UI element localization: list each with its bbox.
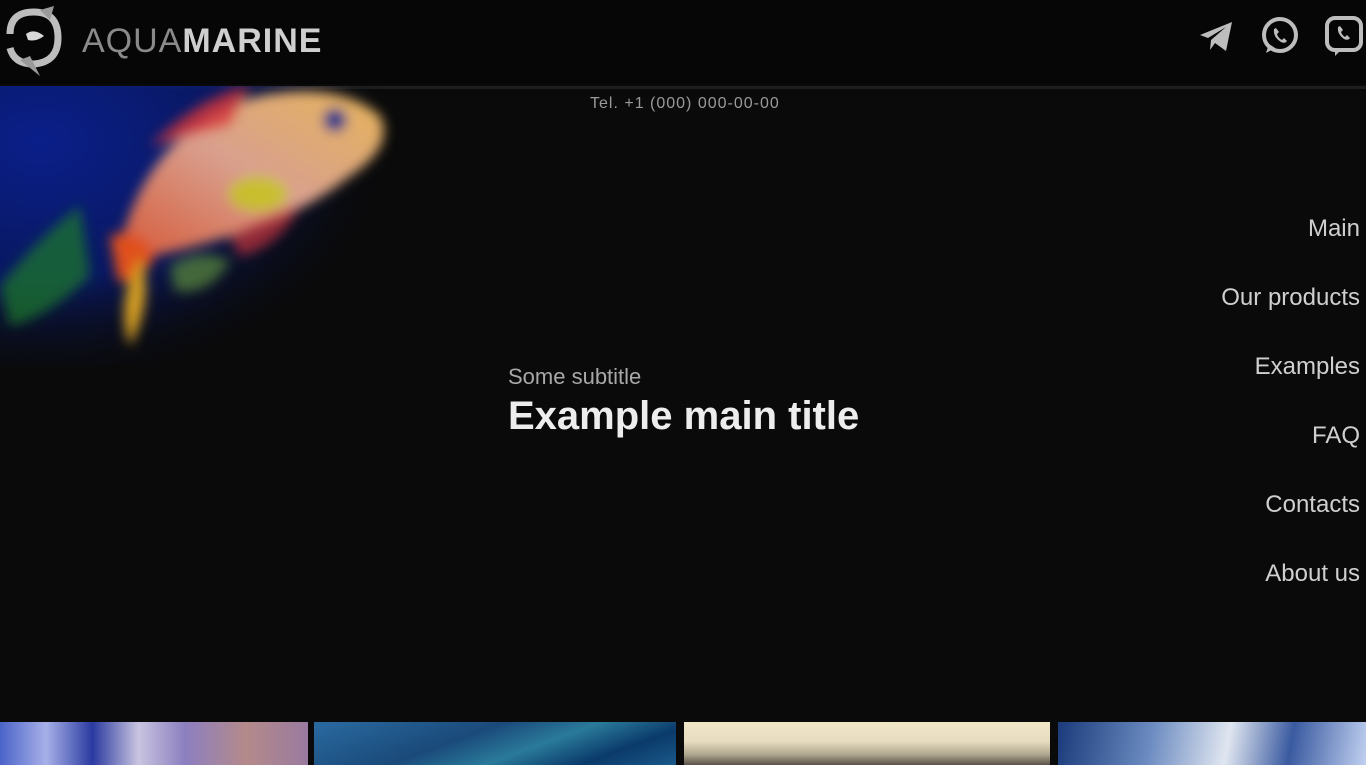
telegram-icon[interactable]: [1194, 14, 1238, 58]
hero: Some subtitle Example main title: [508, 364, 859, 439]
phone-number[interactable]: Tel. +1 (000) 000-00-00: [590, 95, 780, 113]
thumbnail[interactable]: [314, 722, 676, 765]
fish-illustration: [0, 86, 400, 366]
nav-item-main[interactable]: Main: [1308, 210, 1360, 279]
nav-item-our-products[interactable]: Our products: [1221, 279, 1360, 348]
logo-text-bold: MARINE: [182, 21, 323, 60]
viber-icon[interactable]: [1322, 14, 1366, 58]
messenger-icons: [1194, 14, 1366, 58]
nav-item-about-us[interactable]: About us: [1265, 555, 1360, 624]
nav-item-contacts[interactable]: Contacts: [1265, 486, 1360, 555]
logo-icon: [0, 4, 70, 78]
thumbnail-strip: [0, 722, 1366, 765]
page: AQUAMARINE Tel. +1 (000) 000-00-00 Some …: [0, 0, 1366, 765]
thumbnail[interactable]: [684, 722, 1050, 765]
thumbnail[interactable]: [0, 722, 308, 765]
logo-text: AQUAMARINE: [82, 22, 322, 61]
main-nav: Main Our products Examples FAQ Contacts …: [1221, 210, 1360, 624]
logo[interactable]: AQUAMARINE: [0, 4, 330, 78]
nav-item-faq[interactable]: FAQ: [1312, 417, 1360, 486]
logo-text-light: AQUA: [82, 21, 183, 60]
hero-subtitle: Some subtitle: [508, 364, 642, 389]
whatsapp-icon[interactable]: [1258, 14, 1302, 58]
hero-title: Example main title: [508, 394, 860, 438]
nav-item-examples[interactable]: Examples: [1255, 348, 1360, 417]
thumbnail[interactable]: [1058, 722, 1366, 765]
